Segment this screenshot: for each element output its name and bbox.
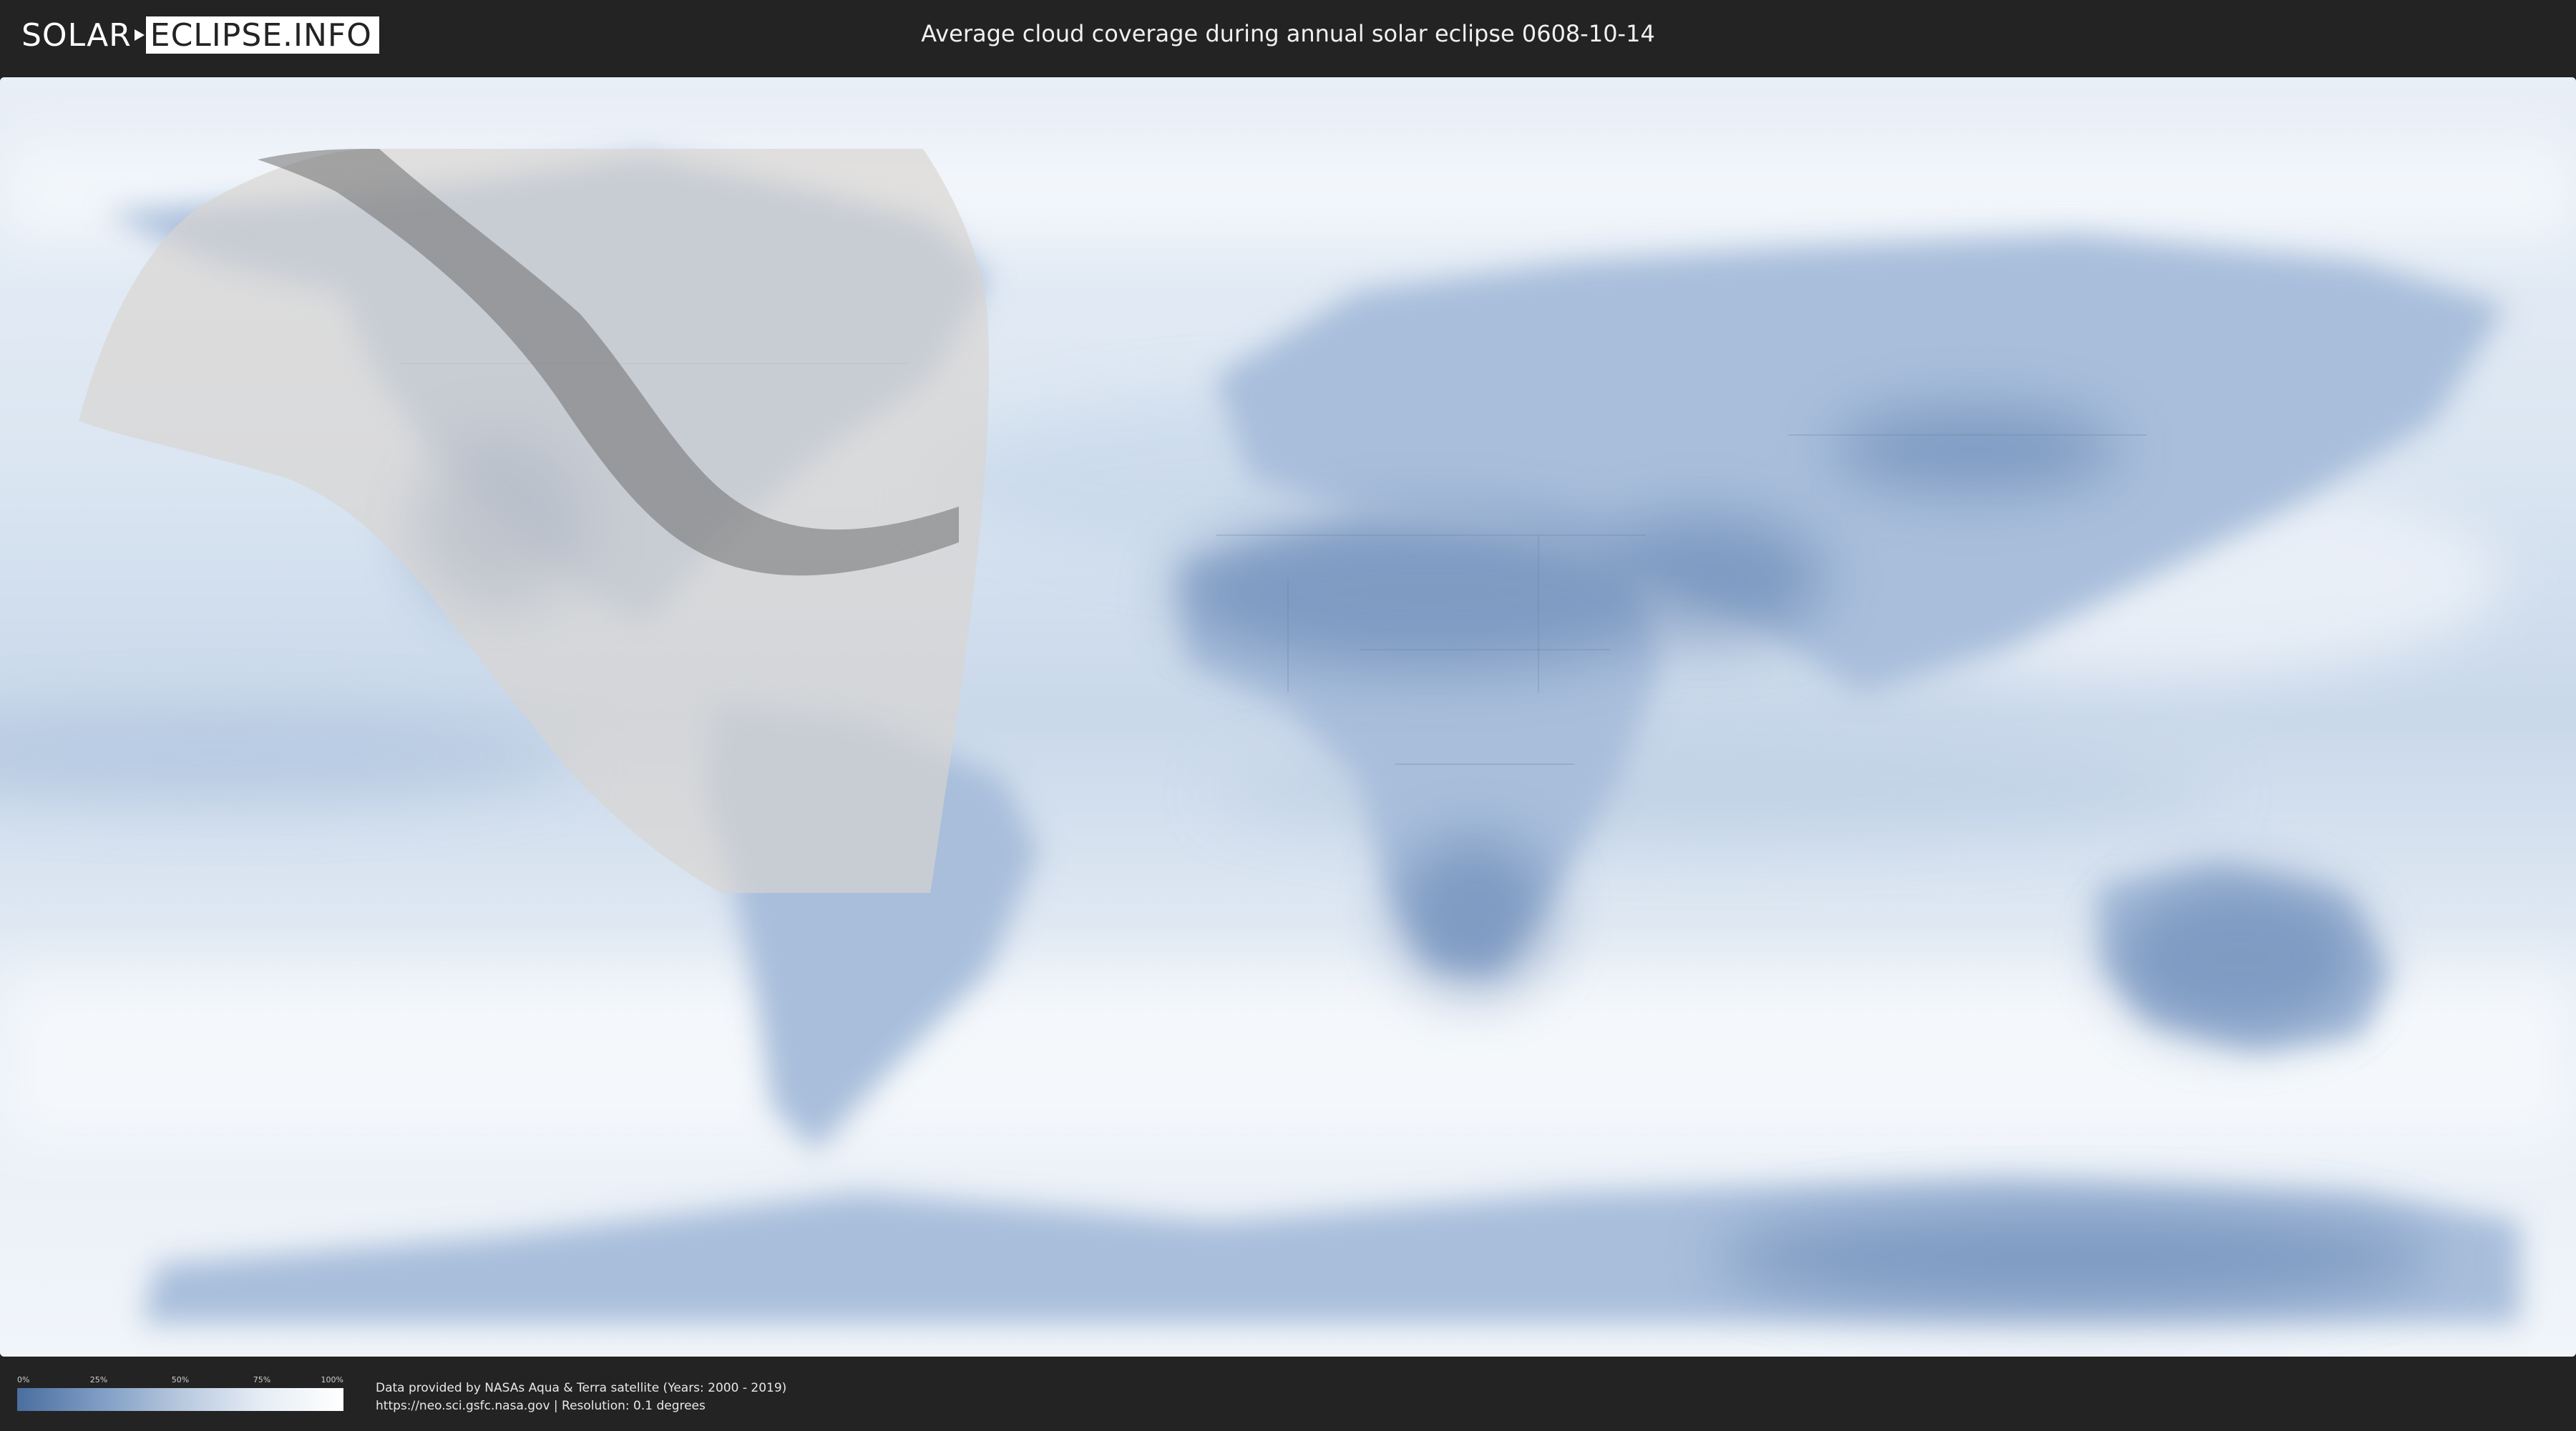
credits-source: Data provided by NASAs Aqua & Terra sate… [376, 1381, 787, 1395]
legend-tick-50: 50% [171, 1375, 190, 1384]
header-bar: SOLAR ECLIPSE.INFO Average cloud coverag… [0, 0, 2576, 72]
cloud-coverage-map[interactable] [0, 77, 2576, 1357]
legend-color-bar [17, 1388, 343, 1411]
arabia-clear [1581, 514, 1825, 643]
legend-ticks: 0% 25% 50% 75% 100% [17, 1375, 343, 1387]
credits-link[interactable]: https://neo.sci.gsfc.nasa.gov | Resoluti… [376, 1397, 786, 1415]
page-title: Average cloud coverage during annual sol… [921, 20, 1655, 47]
antarctica-clear [1717, 1208, 2433, 1308]
tibet-clear [1832, 406, 2118, 492]
world-map-svg [0, 77, 2576, 1357]
footer-bar: 0% 25% 50% 75% 100% Data provided by NAS… [0, 1359, 2576, 1431]
legend-tick-100: 100% [321, 1375, 343, 1384]
data-credits: Data provided by NASAs Aqua & Terra sate… [376, 1379, 786, 1415]
legend-tick-25: 25% [89, 1375, 108, 1384]
legend-tick-75: 75% [253, 1375, 271, 1384]
cloud-coverage-legend: 0% 25% 50% 75% 100% [17, 1375, 343, 1411]
southern-africa-clear [1395, 836, 1553, 993]
australia-clear [2111, 879, 2368, 1036]
legend-tick-0: 0% [17, 1375, 30, 1384]
